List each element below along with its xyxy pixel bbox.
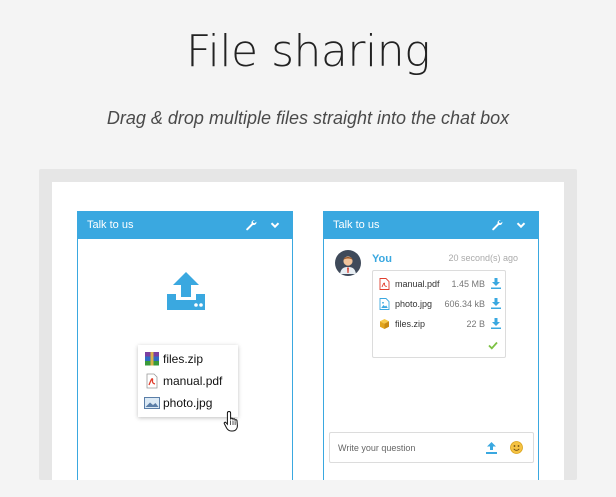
attachment-size: 1.45 MB bbox=[451, 279, 485, 289]
hand-cursor-icon bbox=[223, 410, 238, 432]
pdf-file-icon bbox=[379, 278, 390, 290]
list-item: manual.pdf bbox=[144, 372, 222, 390]
question-input[interactable] bbox=[338, 441, 478, 455]
attachment-name: manual.pdf bbox=[395, 279, 440, 289]
pdf-file-icon bbox=[146, 373, 158, 389]
dragged-files-list[interactable]: files.zip manual.pdf photo.jpg bbox=[138, 345, 238, 417]
wrench-icon[interactable] bbox=[245, 219, 257, 231]
chat-widget-title: Talk to us bbox=[333, 219, 380, 231]
chevron-down-icon[interactable] bbox=[269, 219, 281, 231]
file-name: photo.jpg bbox=[163, 396, 213, 410]
download-icon[interactable] bbox=[491, 298, 501, 309]
chat-widget-drop: Talk to us files.zip manual.pdf photo.jp… bbox=[77, 211, 293, 480]
attachment-name: files.zip bbox=[395, 319, 426, 329]
demo-stage: Talk to us files.zip manual.pdf photo.jp… bbox=[39, 169, 577, 480]
chat-widget-conversation: Talk to us You 20 second(s) ago manual.p… bbox=[323, 211, 539, 480]
attachment-row[interactable]: manual.pdf 1.45 MB bbox=[379, 278, 503, 292]
upload-icon bbox=[167, 272, 205, 310]
attachments-box: manual.pdf 1.45 MB photo.jpg 606.34 kB f… bbox=[372, 270, 506, 358]
chat-widget-header[interactable]: Talk to us bbox=[77, 211, 293, 239]
message-timestamp: 20 second(s) ago bbox=[448, 253, 518, 263]
demo-canvas: Talk to us files.zip manual.pdf photo.jp… bbox=[52, 182, 564, 480]
image-file-icon bbox=[379, 298, 390, 310]
list-item: photo.jpg bbox=[144, 394, 212, 412]
attachment-name: photo.jpg bbox=[395, 299, 433, 309]
check-icon bbox=[488, 341, 498, 350]
upload-icon[interactable] bbox=[486, 442, 497, 454]
chat-widget-title: Talk to us bbox=[87, 219, 134, 231]
chat-widget-header[interactable]: Talk to us bbox=[323, 211, 539, 239]
page-subtitle: Drag & drop multiple files straight into… bbox=[106, 108, 510, 128]
wrench-icon[interactable] bbox=[491, 219, 503, 231]
avatar bbox=[335, 250, 361, 276]
archive-icon bbox=[380, 319, 389, 329]
list-item: files.zip bbox=[144, 350, 203, 368]
archive-icon bbox=[145, 352, 159, 366]
file-name: files.zip bbox=[163, 352, 204, 366]
message-composer bbox=[329, 432, 534, 463]
file-name: manual.pdf bbox=[163, 374, 223, 388]
chevron-down-icon[interactable] bbox=[515, 219, 527, 231]
attachment-size: 22 B bbox=[466, 319, 485, 329]
page-title: File sharing bbox=[186, 26, 431, 77]
attachment-row[interactable]: files.zip 22 B bbox=[379, 318, 503, 332]
emoji-icon[interactable] bbox=[510, 441, 523, 454]
attachment-size: 606.34 kB bbox=[444, 299, 485, 309]
image-file-icon bbox=[144, 397, 160, 409]
download-icon[interactable] bbox=[491, 278, 501, 289]
message-author: You bbox=[372, 253, 392, 265]
download-icon[interactable] bbox=[491, 318, 501, 329]
attachment-row[interactable]: photo.jpg 606.34 kB bbox=[379, 298, 503, 312]
